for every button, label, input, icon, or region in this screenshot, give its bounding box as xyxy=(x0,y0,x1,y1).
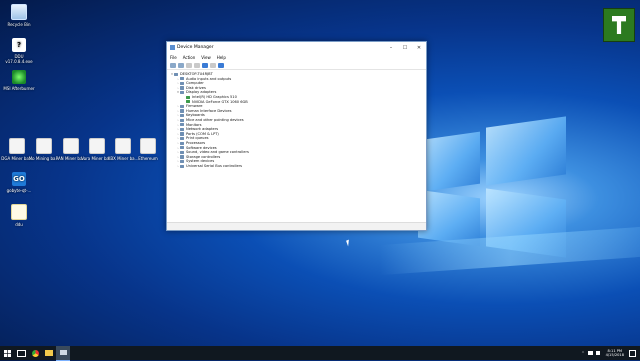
window-title: Device Manager xyxy=(177,45,214,50)
desktop-icon-label: DDU v17.0.8.4.exe xyxy=(5,54,33,64)
scan-hardware-icon[interactable] xyxy=(218,62,224,68)
taskbar-chrome[interactable] xyxy=(28,346,42,360)
sound-icon xyxy=(180,150,184,154)
printer-icon xyxy=(180,137,184,141)
channel-watermark-logo xyxy=(603,8,635,42)
task-view-button[interactable] xyxy=(14,346,28,360)
software-device-icon xyxy=(180,146,184,150)
taskbar-device-manager[interactable] xyxy=(56,345,70,361)
computer-icon xyxy=(180,81,184,86)
port-icon xyxy=(180,132,184,136)
batch-file-icon xyxy=(115,138,131,154)
file-icon xyxy=(11,204,27,220)
batch-file-icon xyxy=(63,138,79,154)
menu-view[interactable]: View xyxy=(201,55,211,60)
windows-start-icon xyxy=(3,349,11,357)
device-tree: ▾ DESKTOP-TU4RJBT › Audio inputs and out… xyxy=(170,72,423,222)
toolbar xyxy=(167,61,426,70)
menu-action[interactable]: Action xyxy=(183,55,196,60)
computer-icon xyxy=(174,72,178,76)
desktop-icon-label: Ethereum xyxy=(138,156,158,161)
monitor-icon[interactable] xyxy=(210,62,216,68)
monitor-icon xyxy=(180,123,184,127)
network-adapter-icon xyxy=(180,127,184,132)
status-bar xyxy=(167,222,426,230)
device-manager-window[interactable]: Device Manager – ☐ ✕ File Action View He… xyxy=(166,41,427,231)
title-bar[interactable]: Device Manager – ☐ ✕ xyxy=(167,42,426,53)
volume-icon[interactable] xyxy=(595,351,600,355)
system-tray: ^ 8:11 PM 4/15/2018 xyxy=(582,349,640,357)
chrome-icon xyxy=(31,349,39,357)
afterburner-icon xyxy=(12,70,26,84)
device-manager-icon xyxy=(59,350,67,355)
start-button[interactable] xyxy=(0,346,14,360)
clock[interactable]: 8:11 PM 4/15/2018 xyxy=(606,349,624,357)
gpu-icon xyxy=(186,95,190,99)
menu-help[interactable]: Help xyxy=(217,55,226,60)
disk-drive-icon xyxy=(180,86,184,90)
clock-date: 4/15/2018 xyxy=(605,353,624,357)
batch-file-icon xyxy=(9,138,25,154)
ddu-icon: ? xyxy=(12,38,26,52)
gpu-icon xyxy=(186,100,190,104)
desktop-icon-ddu[interactable]: ddu xyxy=(2,204,36,227)
tree-view-icon[interactable] xyxy=(194,62,200,68)
firmware-icon xyxy=(180,104,184,109)
wallpaper-windows-logo xyxy=(418,116,568,258)
properties-icon[interactable] xyxy=(186,62,192,68)
desktop-icon-label: gobyte-qt-... xyxy=(6,188,32,193)
desktop-icon-label: MSI Afterburner xyxy=(3,86,35,91)
audio-icon xyxy=(180,77,184,81)
notifications-icon[interactable] xyxy=(629,349,636,357)
storage-icon xyxy=(180,155,184,159)
help-icon[interactable] xyxy=(202,62,208,68)
system-device-icon xyxy=(180,159,184,164)
close-button[interactable]: ✕ xyxy=(412,45,426,51)
keyboard-icon xyxy=(180,114,184,118)
desktop-icon-recycle-bin[interactable]: Recycle Bin xyxy=(2,4,36,27)
batch-file-icon xyxy=(36,138,52,154)
desktop-icon-msi-afterburner[interactable]: MSI Afterburner xyxy=(2,70,36,91)
menu-bar: File Action View Help xyxy=(167,53,426,61)
usb-icon xyxy=(180,164,184,168)
desktop-icon-ethereum[interactable]: Ethereum xyxy=(131,138,165,161)
tree-node[interactable]: › Universal Serial Bus controllers xyxy=(170,164,423,169)
device-manager-icon xyxy=(170,45,175,50)
back-icon[interactable] xyxy=(170,62,176,68)
batch-file-icon xyxy=(140,138,156,154)
recycle-bin-icon xyxy=(11,4,27,20)
task-view-icon xyxy=(16,349,26,357)
menu-file[interactable]: File xyxy=(170,55,177,60)
hid-icon xyxy=(180,109,184,113)
desktop-icon-gobyte[interactable]: GO gobyte-qt-... xyxy=(2,172,36,193)
taskbar: ^ 8:11 PM 4/15/2018 xyxy=(0,345,640,361)
minimize-button[interactable]: – xyxy=(384,45,398,51)
taskbar-file-explorer[interactable] xyxy=(42,346,56,360)
desktop-icon-label: ddu xyxy=(15,222,23,227)
tree-label: Universal Serial Bus controllers xyxy=(186,163,243,168)
mouse-cursor-icon xyxy=(346,239,351,247)
network-icon[interactable] xyxy=(587,351,593,355)
batch-file-icon xyxy=(89,138,105,154)
maximize-button[interactable]: ☐ xyxy=(398,45,412,51)
desktop-icon-ddu-exe[interactable]: ? DDU v17.0.8.4.exe xyxy=(2,38,36,64)
gobyte-icon: GO xyxy=(12,172,26,186)
folder-icon xyxy=(45,350,53,356)
display-adapter-icon xyxy=(180,91,184,95)
tray-chevron-up-icon[interactable]: ^ xyxy=(582,351,585,355)
processor-icon xyxy=(180,141,184,145)
desktop-icon-label: Recycle Bin xyxy=(7,22,31,27)
mouse-icon xyxy=(180,118,184,122)
forward-icon[interactable] xyxy=(178,62,184,68)
